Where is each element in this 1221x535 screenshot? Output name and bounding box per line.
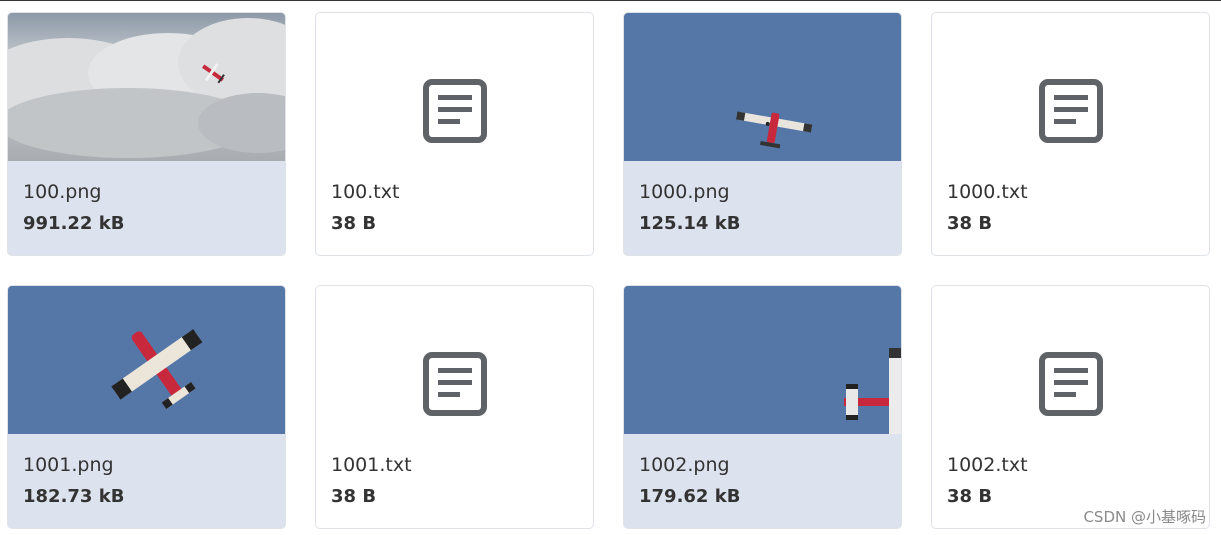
file-card[interactable]: 1001.txt 38 B xyxy=(315,285,594,529)
file-name: 1000.txt xyxy=(947,181,1028,203)
file-name: 1001.txt xyxy=(331,454,412,476)
file-name: 100.txt xyxy=(331,181,400,203)
image-thumbnail xyxy=(624,13,901,161)
file-card[interactable]: 100.png 991.22 kB xyxy=(7,12,286,256)
file-name: 1000.png xyxy=(639,181,730,203)
image-thumbnail xyxy=(8,286,285,434)
file-card[interactable]: 1002.txt 38 B xyxy=(931,285,1210,529)
file-name: 1001.png xyxy=(23,454,114,476)
document-icon xyxy=(1038,352,1103,416)
file-card[interactable]: 1002.png 179.62 kB xyxy=(623,285,902,529)
file-card[interactable]: 1000.png 125.14 kB xyxy=(623,12,902,256)
file-name: 1002.png xyxy=(639,454,730,476)
file-name: 100.png xyxy=(23,181,102,203)
file-name: 1002.txt xyxy=(947,454,1028,476)
watermark: CSDN @小基啄码 xyxy=(1083,508,1206,526)
file-size: 38 B xyxy=(947,213,993,234)
document-icon xyxy=(422,352,487,416)
file-size: 179.62 kB xyxy=(639,486,741,507)
top-border xyxy=(0,0,1221,1)
file-card[interactable]: 1000.txt 38 B xyxy=(931,12,1210,256)
file-size: 38 B xyxy=(331,213,377,234)
file-size: 125.14 kB xyxy=(639,213,741,234)
file-grid: 100.png 991.22 kB 100.txt 38 B 1000.png … xyxy=(7,12,1210,529)
document-icon xyxy=(422,79,487,143)
file-size: 182.73 kB xyxy=(23,486,125,507)
file-card[interactable]: 1001.png 182.73 kB xyxy=(7,285,286,529)
file-size: 38 B xyxy=(331,486,377,507)
file-size: 991.22 kB xyxy=(23,213,125,234)
document-icon xyxy=(1038,79,1103,143)
image-thumbnail xyxy=(8,13,285,161)
image-thumbnail xyxy=(624,286,901,434)
file-card[interactable]: 100.txt 38 B xyxy=(315,12,594,256)
